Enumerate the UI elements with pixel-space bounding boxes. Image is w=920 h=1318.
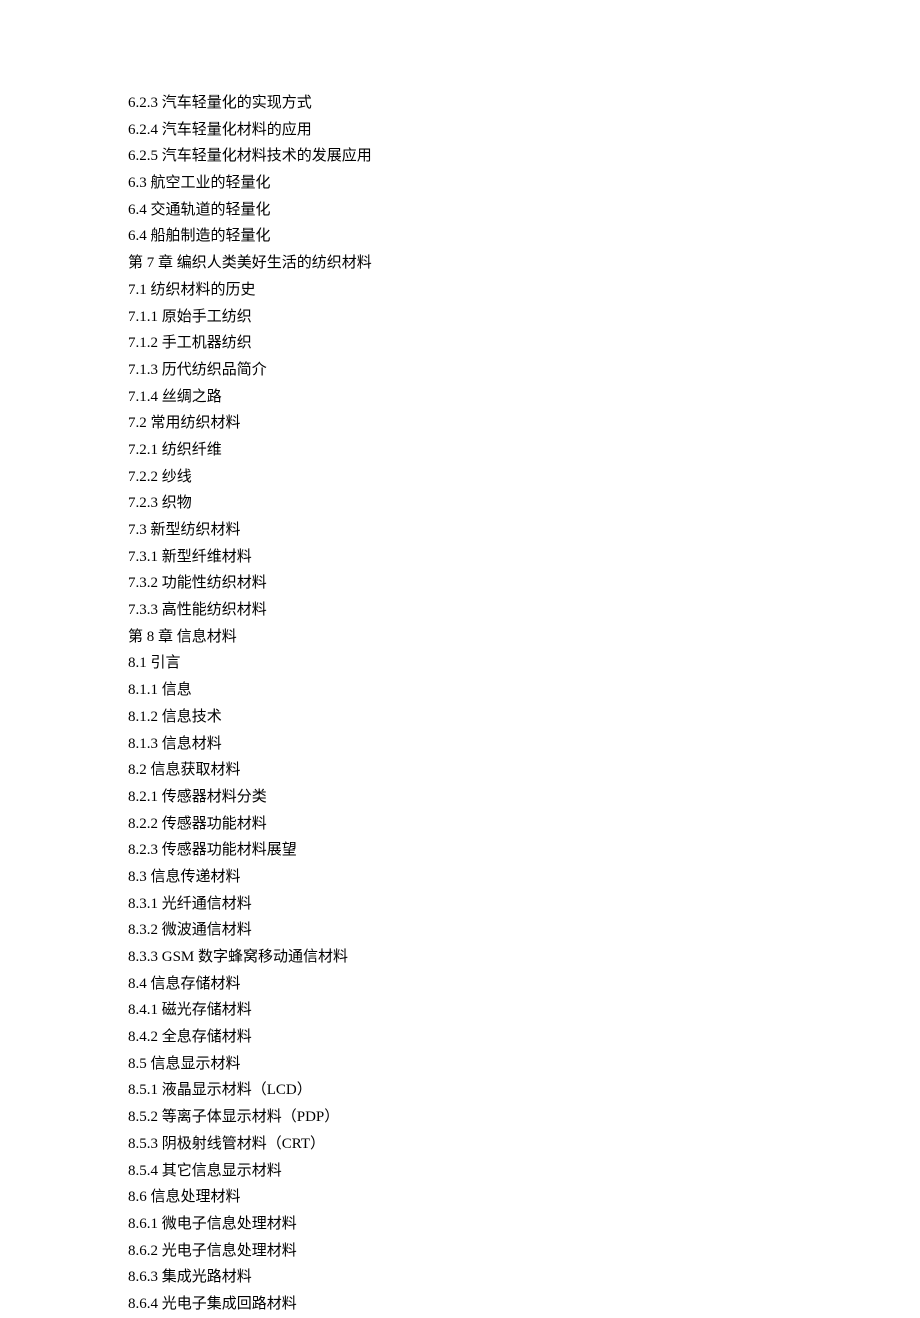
toc-entry: 7.2 常用纺织材料 [128, 410, 790, 437]
toc-entry: 7.3.2 功能性纺织材料 [128, 570, 790, 597]
toc-entry: 8.4.2 全息存储材料 [128, 1024, 790, 1051]
toc-entry: 8.6 信息处理材料 [128, 1184, 790, 1211]
document-page: 6.2.3 汽车轻量化的实现方式6.2.4 汽车轻量化材料的应用6.2.5 汽车… [0, 0, 920, 1318]
toc-entry: 8.6.4 光电子集成回路材料 [128, 1291, 790, 1318]
toc-entry: 6.2.3 汽车轻量化的实现方式 [128, 90, 790, 117]
toc-entry: 7.1 纺织材料的历史 [128, 277, 790, 304]
toc-entry: 8.1.2 信息技术 [128, 704, 790, 731]
toc-entry: 6.2.5 汽车轻量化材料技术的发展应用 [128, 143, 790, 170]
toc-entry: 8.2.1 传感器材料分类 [128, 784, 790, 811]
toc-entry: 8.4.1 磁光存储材料 [128, 997, 790, 1024]
toc-entry: 6.3 航空工业的轻量化 [128, 170, 790, 197]
toc-entry: 第 7 章 编织人类美好生活的纺织材料 [128, 250, 790, 277]
toc-entry: 7.2.1 纺织纤维 [128, 437, 790, 464]
toc-entry: 8.3.2 微波通信材料 [128, 917, 790, 944]
toc-entry: 7.3.1 新型纤维材料 [128, 544, 790, 571]
toc-entry: 第 8 章 信息材料 [128, 624, 790, 651]
toc-entry: 8.6.3 集成光路材料 [128, 1264, 790, 1291]
toc-entry: 7.1.3 历代纺织品简介 [128, 357, 790, 384]
toc-entry: 8.3.3 GSM 数字蜂窝移动通信材料 [128, 944, 790, 971]
toc-entry: 7.3 新型纺织材料 [128, 517, 790, 544]
toc-entry: 8.5.4 其它信息显示材料 [128, 1158, 790, 1185]
toc-entry: 8.4 信息存储材料 [128, 971, 790, 998]
toc-entry: 8.5.2 等离子体显示材料（PDP） [128, 1104, 790, 1131]
toc-entry: 8.5.1 液晶显示材料（LCD） [128, 1077, 790, 1104]
toc-entry: 8.3 信息传递材料 [128, 864, 790, 891]
toc-entry: 8.5.3 阴极射线管材料（CRT） [128, 1131, 790, 1158]
toc-entry: 7.2.2 纱线 [128, 464, 790, 491]
toc-entry: 8.1 引言 [128, 650, 790, 677]
toc-entry: 6.2.4 汽车轻量化材料的应用 [128, 117, 790, 144]
toc-entry: 6.4 船舶制造的轻量化 [128, 223, 790, 250]
toc-entry: 8.2.2 传感器功能材料 [128, 811, 790, 838]
toc-entry: 8.2.3 传感器功能材料展望 [128, 837, 790, 864]
toc-entry: 7.1.2 手工机器纺织 [128, 330, 790, 357]
toc-entry: 8.6.1 微电子信息处理材料 [128, 1211, 790, 1238]
toc-entry: 8.2 信息获取材料 [128, 757, 790, 784]
toc-entry: 7.1.4 丝绸之路 [128, 384, 790, 411]
toc-entry: 6.4 交通轨道的轻量化 [128, 197, 790, 224]
toc-entry: 8.1.1 信息 [128, 677, 790, 704]
toc-entry: 8.3.1 光纤通信材料 [128, 891, 790, 918]
toc-entry: 8.6.2 光电子信息处理材料 [128, 1238, 790, 1265]
toc-entry: 8.1.3 信息材料 [128, 731, 790, 758]
toc-entry: 8.5 信息显示材料 [128, 1051, 790, 1078]
toc-entry: 7.2.3 织物 [128, 490, 790, 517]
toc-entry: 7.3.3 高性能纺织材料 [128, 597, 790, 624]
toc-entry: 7.1.1 原始手工纺织 [128, 304, 790, 331]
table-of-contents: 6.2.3 汽车轻量化的实现方式6.2.4 汽车轻量化材料的应用6.2.5 汽车… [128, 90, 790, 1318]
